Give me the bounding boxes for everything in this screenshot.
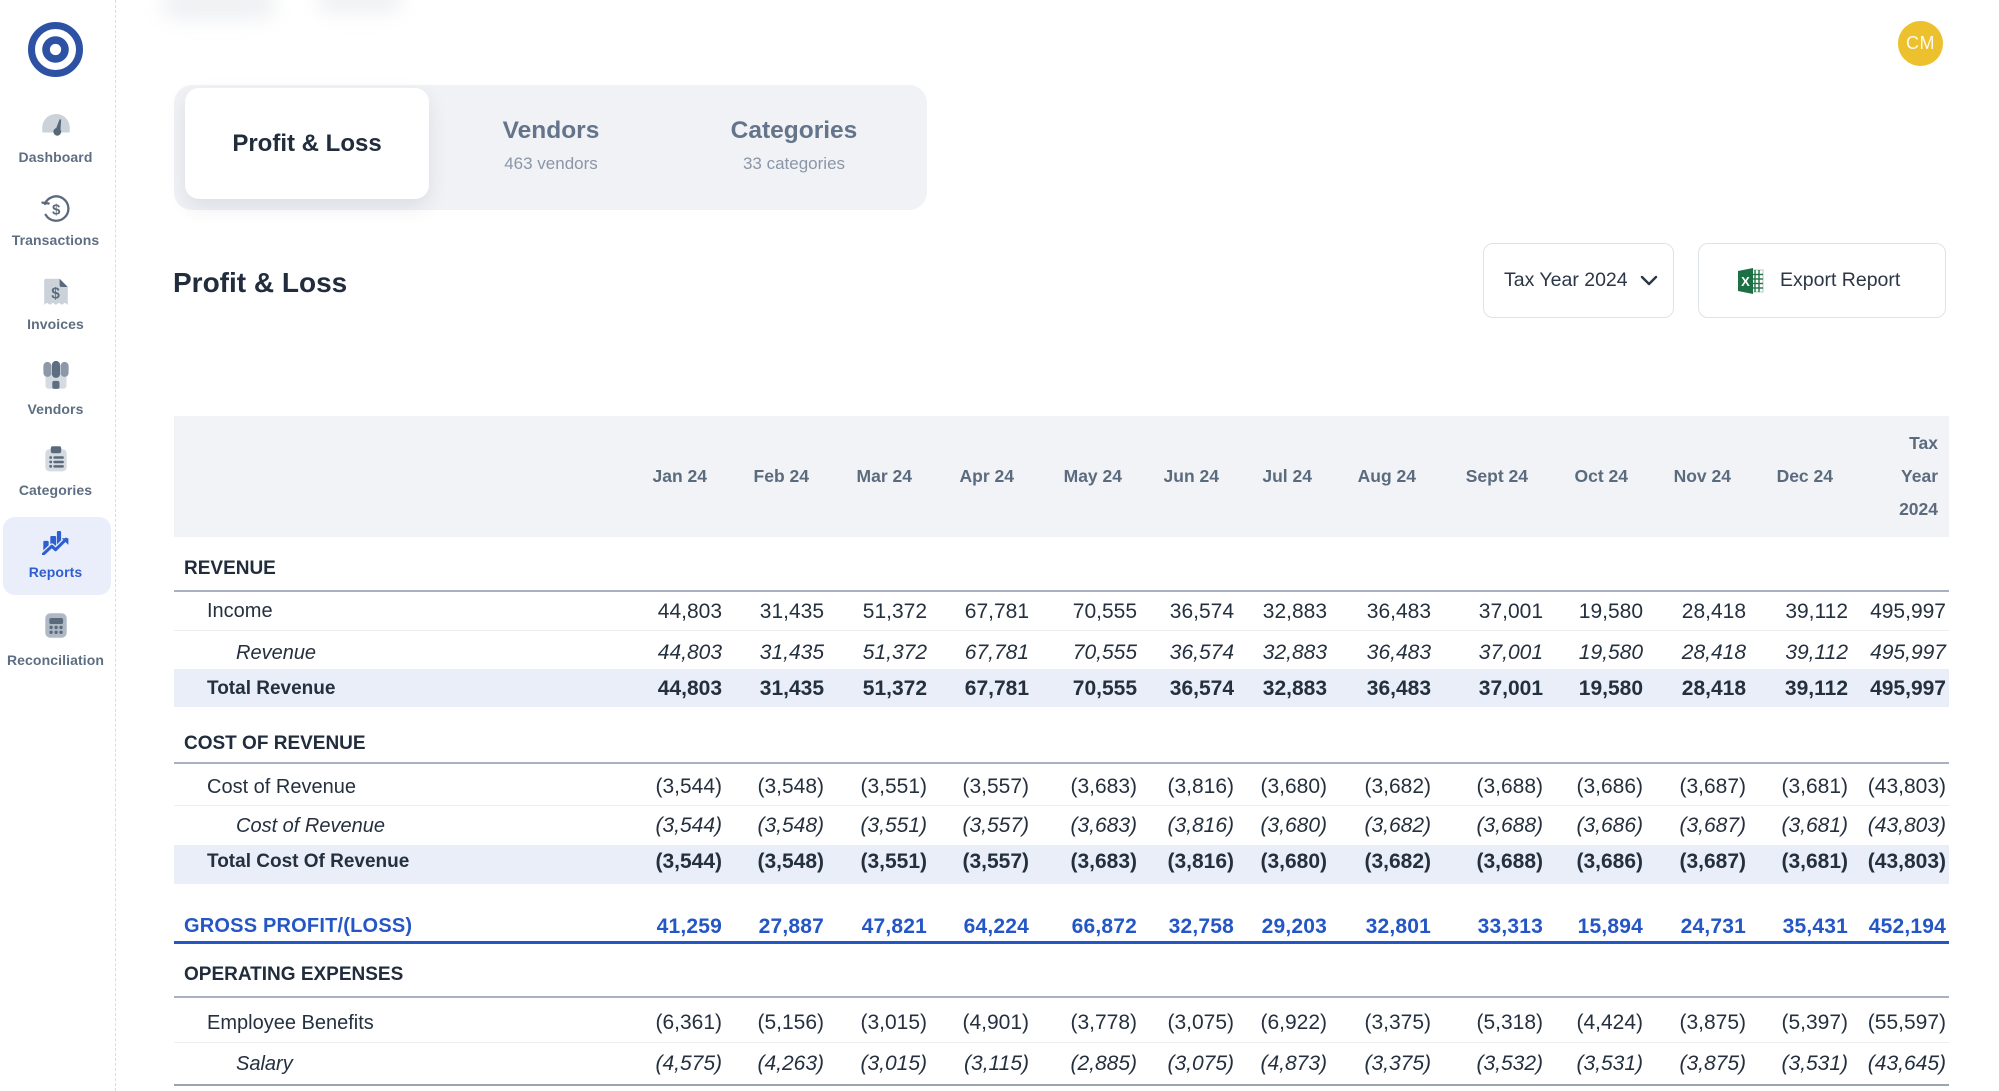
svg-text:$: $ [51, 285, 60, 302]
svg-text:X: X [1741, 274, 1750, 289]
svg-text:$: $ [52, 201, 61, 218]
